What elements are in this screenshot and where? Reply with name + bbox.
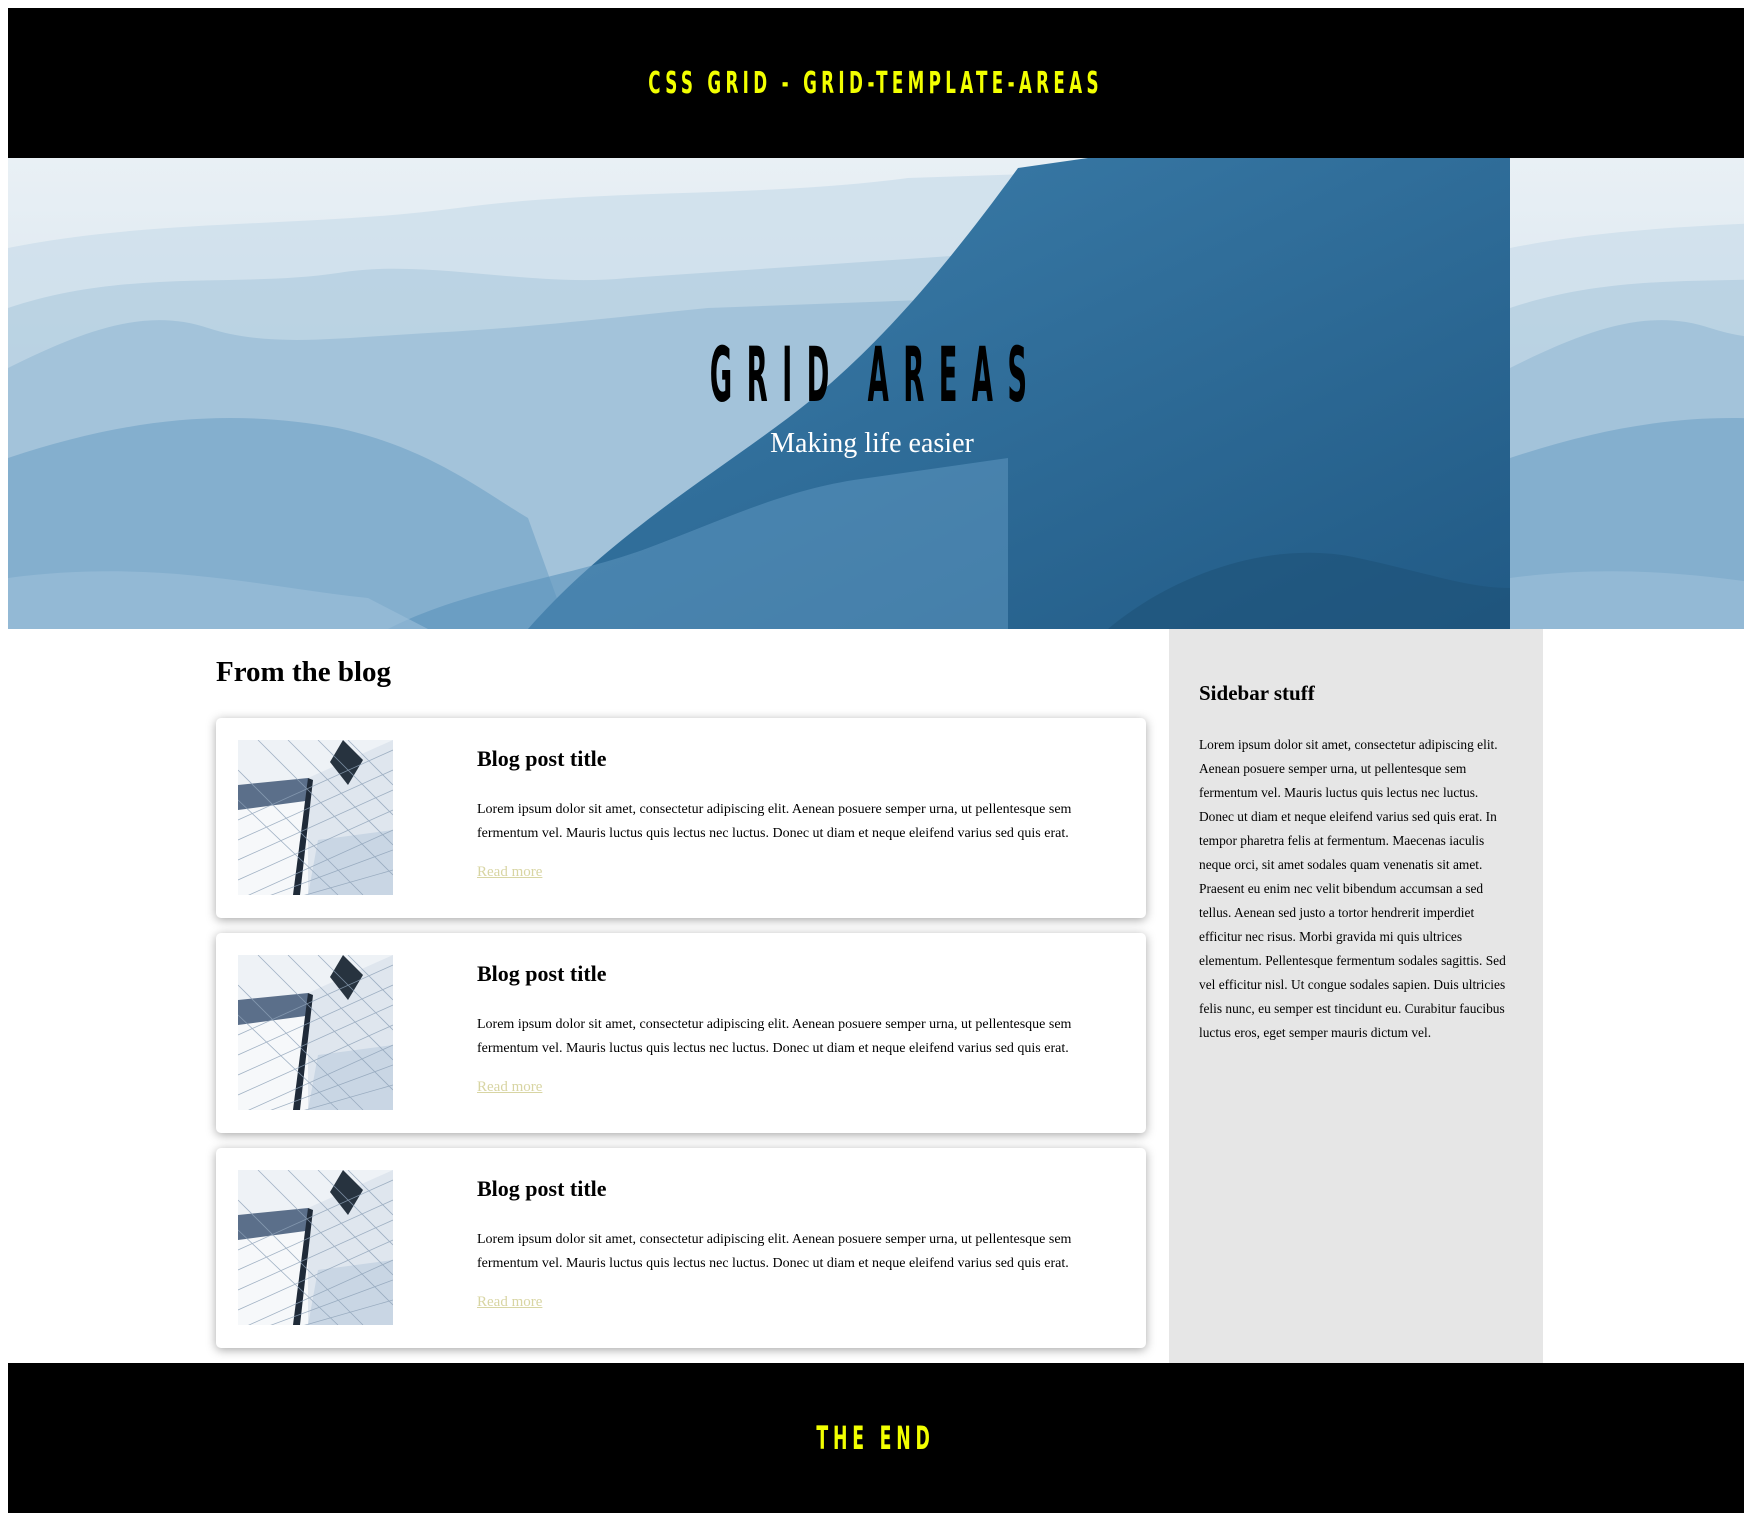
blog-heading: From the blog bbox=[216, 656, 392, 688]
sidebar-text: Lorem ipsum dolor sit amet, consectetur … bbox=[1199, 737, 1506, 1040]
post-title: Blog post title bbox=[477, 961, 607, 986]
post-title: Blog post title bbox=[477, 1176, 607, 1201]
post-thumbnail bbox=[238, 955, 393, 1110]
post-excerpt: Lorem ipsum dolor sit amet, consectetur … bbox=[477, 1232, 1072, 1271]
blog-post-card: Blog post title Lorem ipsum dolor sit am… bbox=[216, 718, 1146, 918]
site-footer: THE END bbox=[8, 1363, 1744, 1513]
post-title: Blog post title bbox=[477, 746, 607, 771]
post-thumbnail bbox=[238, 1170, 393, 1325]
read-more-link[interactable]: Read more bbox=[477, 1079, 542, 1096]
sidebar-title: Sidebar stuff bbox=[1199, 681, 1315, 705]
hero-banner bbox=[8, 158, 1744, 629]
site-title: CSS GRID - GRID-TEMPLATE-AREAS bbox=[648, 65, 1104, 101]
post-excerpt: Lorem ipsum dolor sit amet, consectetur … bbox=[477, 802, 1072, 841]
read-more-link[interactable]: Read more bbox=[477, 1294, 542, 1311]
post-thumbnail bbox=[238, 740, 393, 895]
hero-image bbox=[8, 158, 1510, 629]
site-header: CSS GRID - GRID-TEMPLATE-AREAS bbox=[8, 8, 1744, 158]
blog-post-card: Blog post title Lorem ipsum dolor sit am… bbox=[216, 1148, 1146, 1348]
sidebar: Sidebar stuff Lorem ipsum dolor sit amet… bbox=[1169, 629, 1543, 1363]
post-excerpt: Lorem ipsum dolor sit amet, consectetur … bbox=[477, 1017, 1072, 1056]
footer-title: THE END bbox=[816, 1419, 936, 1457]
hero-image-repeat bbox=[1510, 158, 1744, 629]
read-more-link[interactable]: Read more bbox=[477, 864, 542, 881]
blog-post-card: Blog post title Lorem ipsum dolor sit am… bbox=[216, 933, 1146, 1133]
